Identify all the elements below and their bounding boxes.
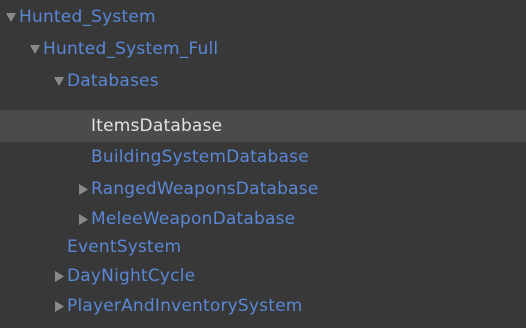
collapsed-arrow-icon[interactable] <box>52 260 66 292</box>
tree-item-label: Hunted_System <box>19 7 156 27</box>
tree-item-label: DayNightCycle <box>67 266 196 286</box>
tree-row-building-system-database[interactable]: BuildingSystemDatabase <box>0 141 526 173</box>
collapsed-arrow-icon[interactable] <box>76 173 90 205</box>
tree-row-ranged-weapons-database[interactable]: RangedWeaponsDatabase <box>0 173 526 205</box>
tree-row-day-night-cycle[interactable]: DayNightCycle <box>0 260 526 292</box>
tree-item-label: Hunted_System_Full <box>43 39 219 59</box>
tree-item-label: PlayerAndInventorySystem <box>67 296 303 316</box>
tree-row-player-and-inventory-system[interactable]: PlayerAndInventorySystem <box>0 290 526 322</box>
tree-row-event-system[interactable]: EventSystem <box>0 231 526 263</box>
tree-row-hunted-system[interactable]: Hunted_System <box>0 1 526 33</box>
expanded-arrow-icon[interactable] <box>28 33 42 65</box>
expanded-arrow-icon[interactable] <box>52 65 66 97</box>
tree-row-hunted-system-full[interactable]: Hunted_System_Full <box>0 33 526 65</box>
hierarchy-tree: Hunted_System Hunted_System_Full Databas… <box>0 0 526 328</box>
tree-item-label: BuildingSystemDatabase <box>91 147 309 167</box>
tree-item-label: Databases <box>67 71 159 91</box>
expanded-arrow-icon[interactable] <box>4 1 18 33</box>
tree-item-label: ItemsDatabase <box>91 116 223 136</box>
tree-row-items-database[interactable]: ItemsDatabase <box>0 110 526 142</box>
collapsed-arrow-icon[interactable] <box>52 290 66 322</box>
tree-row-databases[interactable]: Databases <box>0 65 526 97</box>
tree-item-label: EventSystem <box>67 237 182 257</box>
tree-item-label: RangedWeaponsDatabase <box>91 179 319 199</box>
